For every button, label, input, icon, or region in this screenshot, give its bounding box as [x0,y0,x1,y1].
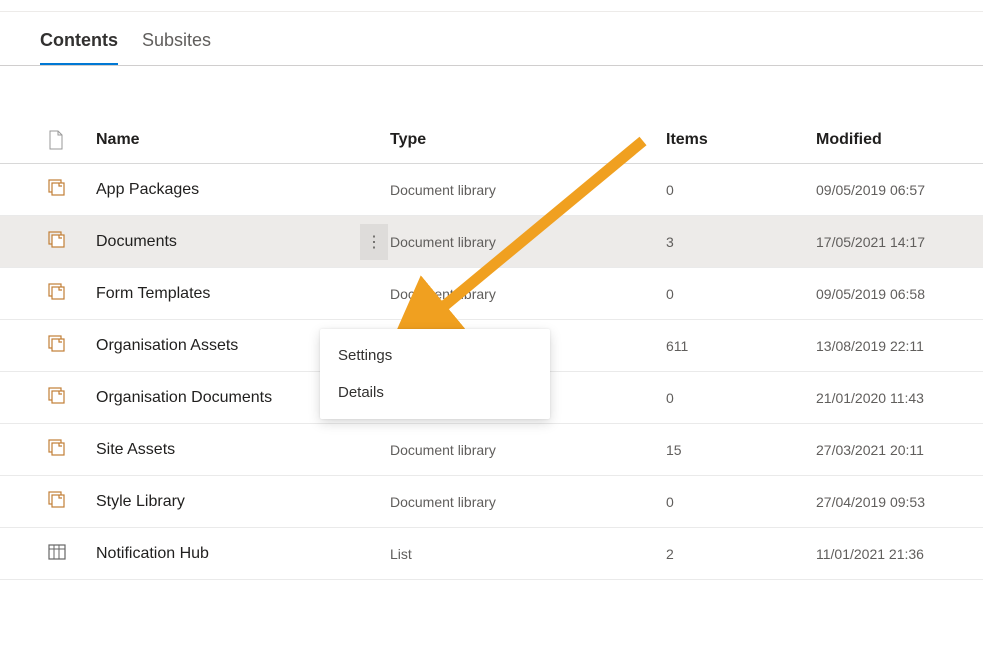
list-icon [48,543,66,564]
row-icon-cell [48,335,96,356]
library-icon [48,231,66,252]
library-icon [48,491,66,512]
table-row[interactable]: Notification Hub⋮List211/01/2021 21:36 [0,528,983,580]
site-contents-table: Name Type Items Modified App Packages⋮Do… [0,66,983,580]
row-modified: 17/05/2021 14:17 [816,234,983,250]
document-header-icon [48,130,64,150]
row-actions-cell: ⋮ [358,224,390,260]
library-icon [48,439,66,460]
row-name[interactable]: Organisation Documents [96,389,358,407]
row-modified: 27/04/2019 09:53 [816,494,983,510]
row-type: Document library [390,234,666,250]
row-modified: 09/05/2019 06:58 [816,286,983,302]
row-modified: 21/01/2020 11:43 [816,390,983,406]
row-items: 0 [666,182,816,198]
header-icon-column [48,130,96,150]
table-row[interactable]: Documents ⋮ Document library317/05/2021 14… [0,216,983,268]
header-modified[interactable]: Modified [816,131,983,149]
row-items: 2 [666,546,816,562]
row-name[interactable]: Organisation Assets [96,337,358,355]
row-name[interactable]: Form Templates [96,285,358,303]
row-context-menu: Settings Details [320,329,550,419]
header-type[interactable]: Type [390,131,666,149]
library-icon [48,179,66,200]
row-name[interactable]: App Packages [96,181,358,199]
row-items: 15 [666,442,816,458]
row-type: Document library [390,286,666,302]
row-items: 611 [666,338,816,354]
header-items[interactable]: Items [666,131,816,149]
row-type: Document library [390,182,666,198]
row-icon-cell [48,231,96,252]
library-icon [48,387,66,408]
library-icon [48,335,66,356]
top-divider [0,0,983,12]
row-icon-cell [48,543,96,564]
row-type: Document library [390,442,666,458]
table-header: Name Type Items Modified [0,116,983,164]
row-items: 0 [666,494,816,510]
row-name[interactable]: Notification Hub [96,545,358,563]
tab-subsites[interactable]: Subsites [142,30,211,65]
tab-contents[interactable]: Contents [40,30,118,65]
row-name[interactable]: Documents [96,233,358,251]
row-icon-cell [48,179,96,200]
context-menu-settings[interactable]: Settings [320,337,550,374]
tab-bar: Contents Subsites [0,12,983,66]
row-modified: 11/01/2021 21:36 [816,546,983,562]
row-name[interactable]: Style Library [96,493,358,511]
row-icon-cell [48,439,96,460]
row-items: 3 [666,234,816,250]
table-row[interactable]: Form Templates⋮Document library009/05/20… [0,268,983,320]
vertical-ellipsis-icon: ⋮ [366,232,382,252]
table-row[interactable]: App Packages⋮Document library009/05/2019… [0,164,983,216]
table-row[interactable]: Site Assets⋮Document library1527/03/2021… [0,424,983,476]
row-modified: 09/05/2019 06:57 [816,182,983,198]
context-menu-details[interactable]: Details [320,374,550,411]
row-items: 0 [666,390,816,406]
row-modified: 27/03/2021 20:11 [816,442,983,458]
row-icon-cell [48,283,96,304]
library-icon [48,283,66,304]
row-more-actions-button[interactable]: ⋮ [360,224,388,260]
row-icon-cell [48,491,96,512]
row-name[interactable]: Site Assets [96,441,358,459]
table-row[interactable]: Style Library⋮Document library027/04/201… [0,476,983,528]
row-type: Document library [390,494,666,510]
row-items: 0 [666,286,816,302]
header-name[interactable]: Name [96,131,358,149]
row-modified: 13/08/2019 22:11 [816,338,983,354]
row-type: List [390,546,666,562]
row-icon-cell [48,387,96,408]
